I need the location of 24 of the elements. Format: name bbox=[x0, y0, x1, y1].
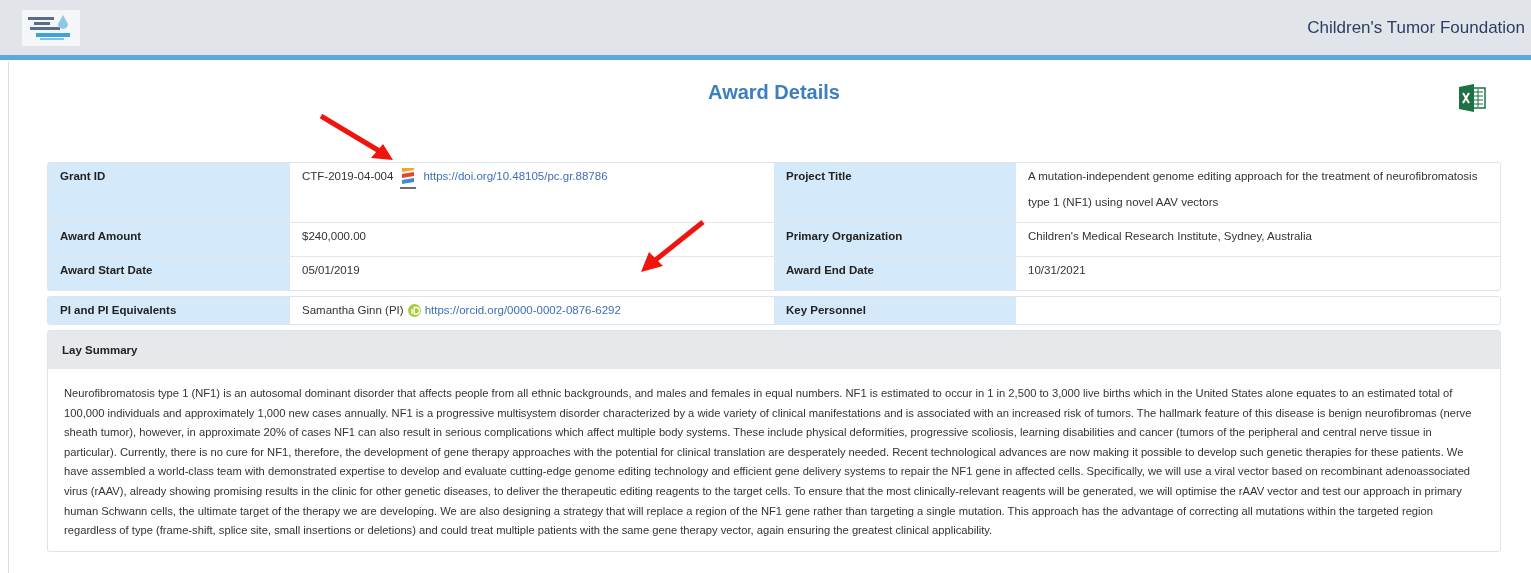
field-value: Children's Medical Research Institute, Sydney, Australia bbox=[1028, 229, 1312, 244]
field-value: $240,000.00 bbox=[302, 230, 366, 242]
orcid-link[interactable]: https://orcid.org/0000-0002-0876-6292 bbox=[424, 304, 621, 316]
field-label: Key Personnel bbox=[774, 297, 1016, 324]
field-label: Primary Organization bbox=[774, 223, 1016, 256]
field-label: Project Title bbox=[774, 163, 1016, 222]
field-label: Award Amount bbox=[48, 223, 290, 256]
page-title: Award Details bbox=[708, 81, 840, 104]
field-label: Grant ID bbox=[48, 163, 290, 222]
organization-name: Children's Tumor Foundation bbox=[1307, 17, 1525, 38]
field-value: 05/01/2019 bbox=[302, 264, 360, 276]
field-value: 10/31/2021 bbox=[1028, 263, 1086, 278]
field-value: Samantha Ginn (PI) bbox=[302, 304, 404, 316]
summary-paragraph: Neurofibromatosis type 1 (NF1) is an autosomal dominant disorder that affects people from all ethnic backgrounds, and males and females in equal numbers. NF1 is estimated to occur in 1 in 2,500 to 3,000 live births which in the United States alone equates to an estimated total of 100,000 individuals and approximately 1,000 new cases annually. NF1 is a progressive multisystem disorder characterized by a wide variety of clinical manifestations and is associated with an increased risk of tumors. The hallmark feature of this disease is benign neurofibromas (nerve sheath tumor), however, in approximate 20% of cases NF1 can also result in serious complications which affect multiple body systems. These include physical deformities, progressive scoliosis, learning disabilities and cancer (tumors of the peripheral and central nerve tissue in particular). Currently, there is no cure for NF1, therefore, the development of gene therapy approaches with the potential for clinical translation are desperately needed. Recent technological advances are now making it possible to develop such genetic therapies for these patients. We have assembled a world-class team with demonstrated expertise to develop and evaluate cutting-edge genome editing technology and efficient gene delivery systems to repair the NF1 gene in affected cells. Specifically, we will use a viral vector based on recombinant adenoassociated virus (rAAV), already showing promising results in the clinic for other genetic diseases, to deliver the therapeutic editing reagents to the target cells. To ensure that the most clinically-relevant reagents will be generated, we will optimise the rAAV vector and test our approach in primary human Schwann cells, the ultimate target of the therapy we are developing. We are also designing a strategy that will replace a region of the NF1 gene rather than targeting a single mutation. This approach has the advantage of correcting all mutations within the targeted region regardless of type (frame-shift, splice site, small insertions or deletions) and could treat multiple patients with the same gene therapy vector, again ensuring the greatest clinical applicability. bbox=[63, 386, 1473, 539]
spreadsheet-export-icon[interactable] bbox=[1457, 83, 1487, 113]
doi-link[interactable]: https://doi.org/10.48105/pc.gr.88786 bbox=[423, 170, 608, 182]
field-label: Award Start Date bbox=[48, 257, 290, 290]
field-value: A mutation-independent genome editing approach for the treatment of neurofibromatosis type 1 (NF1) using novel AAV vectors bbox=[1028, 169, 1479, 210]
field-label: PI and PI Equivalents bbox=[48, 297, 290, 324]
field-value: CTF-2019-04-004 bbox=[302, 170, 394, 182]
logo-drawing bbox=[22, 9, 80, 46]
field-label: Award End Date bbox=[774, 257, 1016, 290]
id-circle-icon bbox=[407, 304, 421, 317]
summary-heading: Lay Summary bbox=[62, 344, 138, 356]
